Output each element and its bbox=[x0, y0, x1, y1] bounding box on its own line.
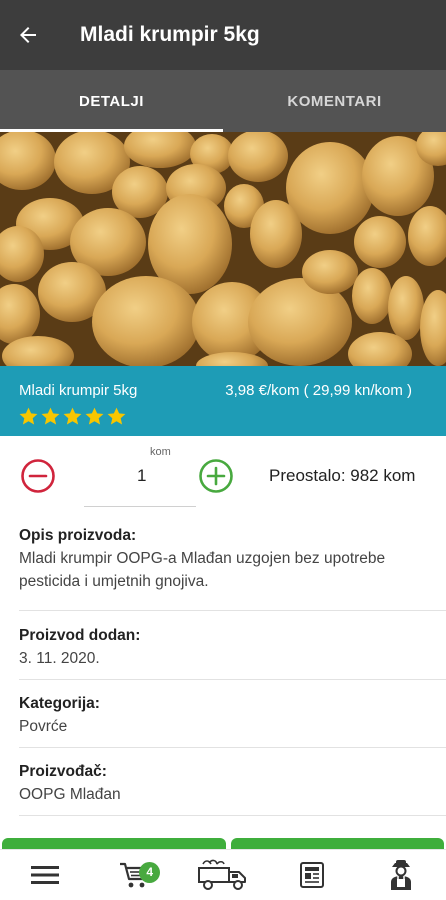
arrow-left-icon bbox=[20, 27, 36, 43]
divider bbox=[19, 610, 446, 611]
quantity-unit-label: kom bbox=[150, 446, 171, 458]
tab-komentari[interactable]: KOMENTARI bbox=[223, 70, 446, 132]
app-bar: Mladi krumpir 5kg bbox=[0, 0, 446, 70]
star-icon bbox=[107, 407, 126, 425]
bottom-navigation: 4 bbox=[0, 849, 446, 900]
divider bbox=[19, 815, 446, 816]
date-added-section: Proizvod dodan: 3. 11. 2020. bbox=[19, 625, 429, 670]
product-image bbox=[0, 132, 446, 366]
delivery-truck-icon bbox=[198, 859, 246, 890]
section-value: Mladi krumpir OOPG-a Mlađan uzgojen bez … bbox=[19, 550, 386, 590]
rating-stars bbox=[18, 406, 127, 427]
decrease-quantity-button[interactable] bbox=[20, 458, 56, 494]
star-icon bbox=[85, 407, 104, 425]
nav-delivery[interactable] bbox=[178, 850, 267, 900]
section-value: Povrće bbox=[19, 718, 68, 735]
section-value: OOPG Mlađan bbox=[19, 786, 121, 803]
back-button[interactable] bbox=[0, 0, 56, 70]
section-value: 3. 11. 2020. bbox=[19, 650, 100, 667]
news-icon bbox=[300, 862, 325, 888]
nav-profile[interactable] bbox=[357, 850, 446, 900]
product-name: Mladi krumpir 5kg bbox=[19, 382, 138, 399]
star-icon bbox=[41, 407, 60, 425]
remaining-stock: Preostalo: 982 kom bbox=[269, 466, 416, 485]
nav-cart[interactable]: 4 bbox=[89, 850, 178, 900]
product-price: 3,98 €/kom ( 29,99 kn/kom ) bbox=[225, 382, 412, 399]
minus-circle-icon bbox=[21, 459, 55, 493]
star-icon bbox=[19, 407, 38, 425]
divider bbox=[19, 679, 446, 680]
divider bbox=[19, 747, 446, 748]
section-label: Proizvođač: bbox=[19, 763, 107, 780]
quantity-input[interactable]: 1 bbox=[137, 466, 146, 486]
quantity-underline bbox=[84, 506, 196, 507]
farmer-icon bbox=[391, 860, 412, 890]
producer-section: Proizvođač: OOPG Mlađan bbox=[19, 761, 429, 806]
nav-news[interactable] bbox=[268, 850, 357, 900]
tab-bar: DETALJI KOMENTARI bbox=[0, 70, 446, 132]
cart-count-badge: 4 bbox=[139, 861, 161, 883]
section-label: Kategorija: bbox=[19, 695, 100, 712]
menu-icon bbox=[30, 866, 59, 884]
category-section: Kategorija: Povrće bbox=[19, 693, 429, 738]
section-label: Opis proizvoda: bbox=[19, 527, 137, 544]
quantity-stepper: kom 1 Preostalo: 982 kom bbox=[0, 442, 446, 512]
plus-circle-icon bbox=[199, 459, 233, 493]
increase-quantity-button[interactable] bbox=[198, 458, 234, 494]
section-label: Proizvod dodan: bbox=[19, 627, 141, 644]
star-icon bbox=[63, 407, 82, 425]
product-info-bar: Mladi krumpir 5kg 3,98 €/kom ( 29,99 kn/… bbox=[0, 366, 446, 436]
page-title: Mladi krumpir 5kg bbox=[80, 23, 260, 46]
nav-menu[interactable] bbox=[0, 850, 89, 900]
description-section: Opis proizvoda: Mladi krumpir OOPG-a Mla… bbox=[19, 525, 429, 593]
tab-detalji[interactable]: DETALJI bbox=[0, 70, 223, 132]
